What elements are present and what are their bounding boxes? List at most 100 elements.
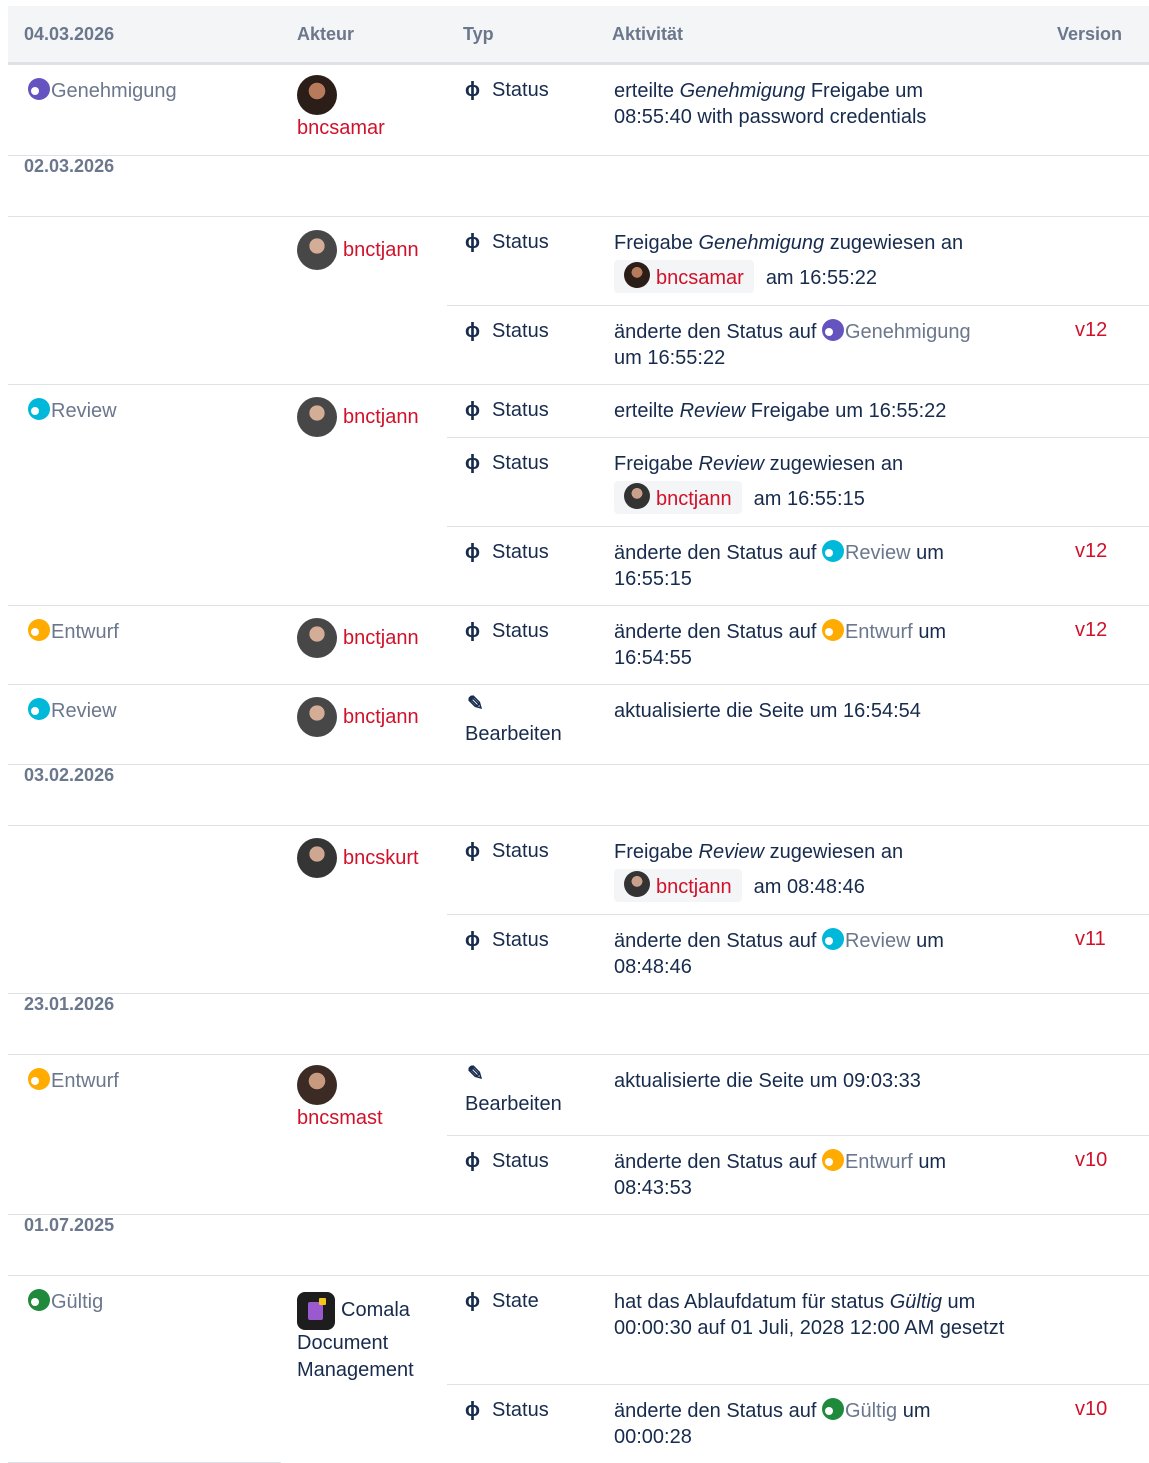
version-cell xyxy=(1057,216,1149,306)
actor-link[interactable]: bnctjann xyxy=(343,627,419,649)
status-lozenge[interactable]: Entwurf xyxy=(821,619,913,643)
type-label: Bearbeiten xyxy=(465,723,562,745)
status-dot-icon xyxy=(821,1149,844,1171)
status-lozenge[interactable]: Entwurf xyxy=(28,1068,119,1092)
status-label: Review xyxy=(51,400,117,422)
state-cell xyxy=(8,825,281,994)
activity-text: um xyxy=(916,930,944,952)
activity-text: zugewiesen an xyxy=(769,453,904,475)
activity-text: änderte den Status auf xyxy=(614,542,817,564)
status-lozenge[interactable]: Genehmigung xyxy=(28,78,177,102)
type-label: Status xyxy=(492,840,549,862)
avatar[interactable] xyxy=(297,75,337,115)
status-label: Genehmigung xyxy=(844,321,971,343)
avatar[interactable] xyxy=(297,397,337,437)
version-cell xyxy=(1057,684,1149,765)
state-cell: Gültig xyxy=(8,1275,281,1463)
activity-text: am xyxy=(753,488,782,510)
status-lozenge[interactable]: Review xyxy=(28,698,117,722)
table-row: Entwurf bncsmast ✎ Bearbeiten aktualisier… xyxy=(8,1054,1149,1215)
activity-text: 08:55:40 with password credentials xyxy=(614,106,927,128)
type-cell: ɸ Status xyxy=(447,437,596,527)
actor-link[interactable]: bncskurt xyxy=(343,847,419,869)
state-cell: Review xyxy=(8,684,281,765)
activity-cell: aktualisierte die Seite um 09:03:33 xyxy=(596,1054,1057,1136)
version-link[interactable]: v11 xyxy=(1075,928,1106,950)
actor-link[interactable]: bnctjann xyxy=(343,406,419,428)
actor-cell: bncsamar xyxy=(281,63,447,156)
version-link[interactable]: v12 xyxy=(1075,540,1107,562)
activity-text: um xyxy=(614,347,642,369)
date-group-row: 01.07.2025 xyxy=(8,1214,1149,1276)
activity-text: Freigabe xyxy=(614,453,693,475)
version-cell: v12 xyxy=(1057,605,1149,685)
user-mention[interactable]: bncsamar xyxy=(614,260,754,293)
type-label: Status xyxy=(492,79,549,101)
version-link[interactable]: v12 xyxy=(1075,319,1107,341)
status-dot-icon xyxy=(821,1398,844,1420)
workflow-status-icon: ɸ xyxy=(465,1290,480,1312)
status-label: Gültig xyxy=(51,1291,104,1313)
version-cell: v10 xyxy=(1057,1385,1149,1463)
version-cell xyxy=(1057,384,1149,438)
status-lozenge[interactable]: Entwurf xyxy=(821,1149,913,1173)
actor-link[interactable]: bncsamar xyxy=(297,117,447,140)
version-link[interactable]: v10 xyxy=(1075,1398,1107,1420)
activity-cell: änderte den Status auf Gültig um 00:00:2… xyxy=(596,1385,1057,1463)
actor-link[interactable]: bnctjann xyxy=(343,706,419,728)
user-mention[interactable]: bnctjann xyxy=(614,869,742,902)
avatar[interactable] xyxy=(297,697,337,737)
status-lozenge[interactable]: Review xyxy=(821,540,911,564)
workflow-status-icon: ɸ xyxy=(465,320,480,342)
activity-text: Freigabe xyxy=(614,232,693,254)
header-actor: Akteur xyxy=(281,6,447,65)
status-label: Review xyxy=(844,930,911,952)
avatar[interactable] xyxy=(297,838,337,878)
header-version: Version xyxy=(1057,6,1149,65)
version-link[interactable]: v12 xyxy=(1075,619,1107,641)
type-cell: ɸ Status xyxy=(447,305,596,385)
status-dot-icon xyxy=(28,1289,50,1311)
header-activity: Aktivität xyxy=(596,6,1057,65)
state-cell: Entwurf xyxy=(8,1054,281,1215)
activity-time: 16:55:22 xyxy=(799,267,878,289)
activity-cell: änderte den Status auf Entwurf um 16:54:… xyxy=(596,605,1057,685)
type-label: Status xyxy=(492,1150,549,1172)
user-mention[interactable]: bnctjann xyxy=(614,481,742,514)
status-label: Entwurf xyxy=(51,1070,119,1092)
date-label: 01.07.2025 xyxy=(8,1214,1149,1276)
status-lozenge[interactable]: Review xyxy=(821,928,911,952)
status-lozenge[interactable]: Gültig xyxy=(28,1289,104,1313)
workflow-status-icon: ɸ xyxy=(465,929,480,951)
type-cell: ɸ Status xyxy=(447,914,596,994)
version-cell xyxy=(1057,1054,1149,1136)
status-lozenge[interactable]: Genehmigung xyxy=(821,319,971,343)
activity-time: 16:54:55 xyxy=(614,647,692,669)
activity-time: 08:48:46 xyxy=(614,956,692,978)
avatar[interactable] xyxy=(297,1065,337,1105)
avatar[interactable] xyxy=(297,618,337,658)
status-lozenge[interactable]: Review xyxy=(28,398,117,422)
activity-cell: Freigabe Review zugewiesen an bnctjann am… xyxy=(596,825,1057,915)
actor-link[interactable]: bncsmast xyxy=(297,1107,447,1130)
version-link[interactable]: v10 xyxy=(1075,1149,1107,1171)
status-label: Entwurf xyxy=(844,621,913,643)
status-dot-icon xyxy=(28,1068,50,1090)
workflow-status-icon: ɸ xyxy=(465,1399,480,1421)
actor-cell: bnctjann xyxy=(281,605,447,685)
status-lozenge[interactable]: Entwurf xyxy=(28,619,119,643)
actor-cell: bnctjann xyxy=(281,384,447,606)
workflow-status-icon: ɸ xyxy=(465,620,480,642)
activity-cell: erteilte Review Freigabe um 16:55:22 xyxy=(596,384,1057,438)
status-label: Entwurf xyxy=(51,621,119,643)
activity-time: 16:54:54 xyxy=(843,700,921,722)
actor-link[interactable]: bnctjann xyxy=(343,239,419,261)
workflow-status-icon: ɸ xyxy=(465,840,480,862)
status-lozenge[interactable]: Gültig xyxy=(821,1398,897,1422)
activity-text: änderte den Status auf xyxy=(614,621,817,643)
state-cell: Entwurf xyxy=(8,605,281,685)
version-cell xyxy=(1057,825,1149,915)
avatar[interactable] xyxy=(297,230,337,270)
version-cell xyxy=(1057,437,1149,527)
table-row: Review bnctjann ✎ Bearbeiten aktualisiert… xyxy=(8,684,1149,765)
